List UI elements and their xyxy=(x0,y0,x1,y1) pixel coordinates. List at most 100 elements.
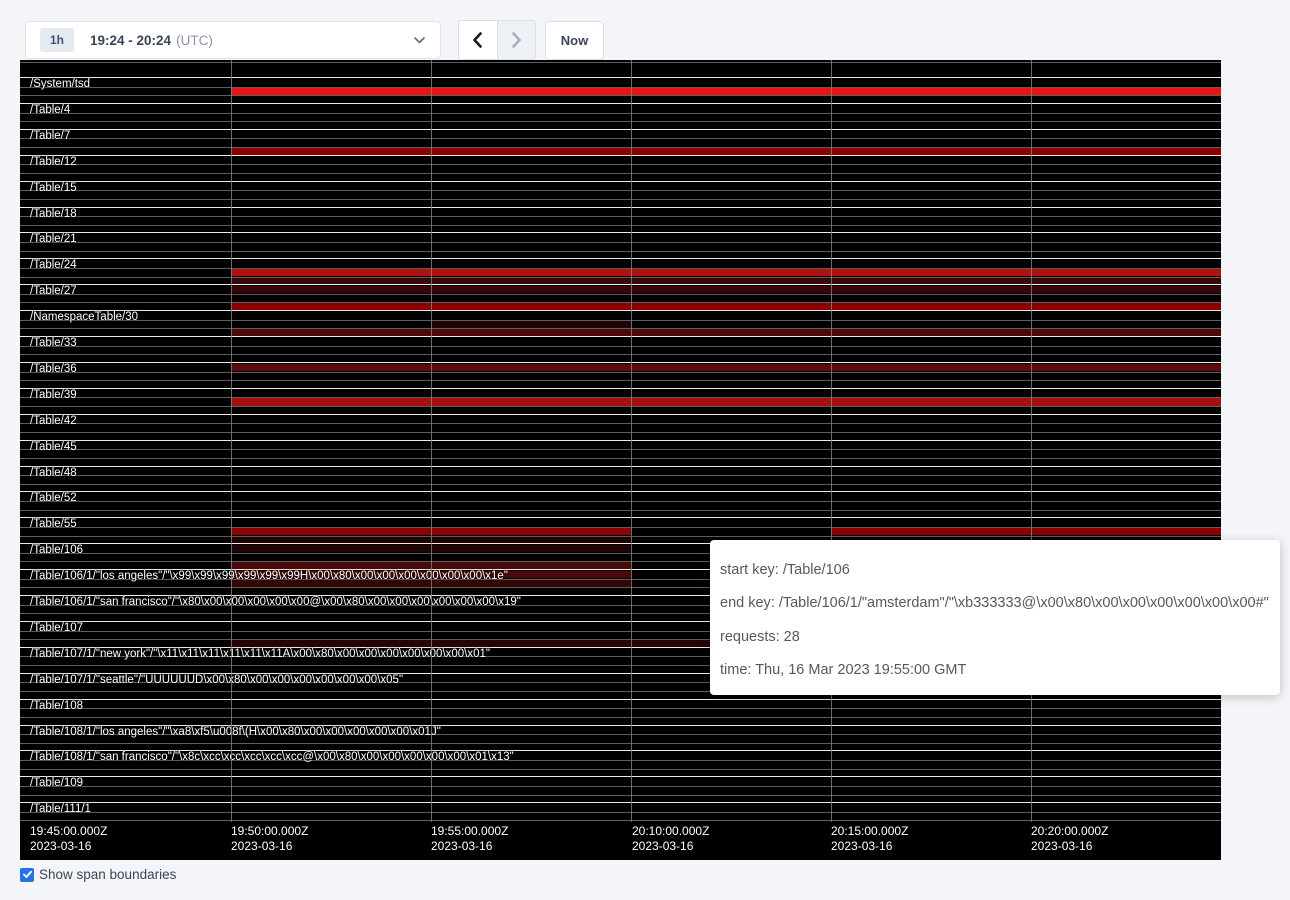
row-line xyxy=(20,769,1221,770)
span-row: /Table/15 xyxy=(20,181,1221,207)
span-row: /Table/42 xyxy=(20,414,1221,440)
span-row: /Table/7 xyxy=(20,129,1221,155)
span-label: /Table/107/1/"new york"/"\x11\x11\x11\x1… xyxy=(30,649,490,660)
span-label: /Table/27 xyxy=(30,286,77,297)
row-line xyxy=(20,216,1221,217)
span-label: /Table/106/1/"los angeles"/"\x99\x99\x99… xyxy=(30,571,508,582)
row-line xyxy=(20,242,1221,243)
time-range-selector[interactable]: 1h 19:24 - 20:24 (UTC) xyxy=(25,21,441,59)
row-line xyxy=(20,225,1221,226)
row-line xyxy=(20,199,1221,200)
span-label: /Table/109 xyxy=(30,778,83,789)
heat-band xyxy=(231,88,1221,95)
show-span-boundaries-checkbox[interactable] xyxy=(20,868,34,882)
span-label: /Table/42 xyxy=(30,416,77,427)
span-label: /Table/12 xyxy=(30,157,77,168)
row-line xyxy=(20,786,1221,787)
row-line xyxy=(20,820,1221,821)
row-line xyxy=(20,717,1221,718)
tooltip-time: time: Thu, 16 Mar 2023 19:55:00 GMT xyxy=(720,654,1270,688)
row-line xyxy=(20,354,1221,355)
time-axis-time: 20:15:00.000Z xyxy=(831,824,908,839)
span-label: /Table/39 xyxy=(30,390,77,401)
span-label: /Table/21 xyxy=(30,234,77,245)
heat-band xyxy=(431,321,631,328)
span-label: /Table/106/1/"san francisco"/"\x80\x00\x… xyxy=(30,597,521,608)
row-line xyxy=(20,458,1221,459)
row-line xyxy=(20,173,1221,174)
span-label: /Table/111/1 xyxy=(30,804,91,815)
span-label: /Table/107 xyxy=(30,623,83,634)
span-label: /NamespaceTable/30 xyxy=(30,312,138,323)
next-interval-button[interactable] xyxy=(498,21,536,59)
span-row: /Table/33 xyxy=(20,336,1221,362)
span-label: /Table/52 xyxy=(30,493,77,504)
span-row: /Table/21 xyxy=(20,232,1221,258)
row-line xyxy=(20,795,1221,796)
time-axis-label: 19:55:00.000Z2023-03-16 xyxy=(431,824,508,854)
chevron-left-icon xyxy=(471,31,484,49)
time-axis-date: 2023-03-16 xyxy=(632,839,709,854)
time-axis-label: 19:50:00.000Z2023-03-16 xyxy=(231,824,308,854)
span-row: /Table/108/1/"los angeles"/"\xa8\xf5\u00… xyxy=(20,725,1221,751)
time-axis-date: 2023-03-16 xyxy=(431,839,508,854)
span-row: /Table/4 xyxy=(20,103,1221,129)
span-label: /Table/18 xyxy=(30,209,77,220)
time-gridline xyxy=(231,60,232,822)
time-axis-time: 20:20:00.000Z xyxy=(1031,824,1108,839)
span-label: /Table/15 xyxy=(30,183,77,194)
row-line xyxy=(20,475,1221,476)
span-row: /Table/108/1/"san francisco"/"\x8c\xcc\x… xyxy=(20,750,1221,776)
tooltip-requests: requests: 28 xyxy=(720,620,1270,654)
time-axis-time: 20:10:00.000Z xyxy=(632,824,709,839)
span-label: /Table/45 xyxy=(30,442,77,453)
span-label: /Table/36 xyxy=(30,364,77,375)
toolbar: 1h 19:24 - 20:24 (UTC) Now xyxy=(0,0,1290,60)
span-row: /Table/36 xyxy=(20,362,1221,388)
span-label: /Table/33 xyxy=(30,338,77,349)
checkmark-icon xyxy=(22,869,33,880)
span-label: /Table/108 xyxy=(30,701,83,712)
chevron-down-icon xyxy=(413,36,426,45)
row-line xyxy=(20,190,1221,191)
row-line xyxy=(20,708,1221,709)
row-line xyxy=(20,449,1221,450)
heat-band xyxy=(231,286,1221,293)
chevron-right-icon xyxy=(510,31,523,49)
time-axis-label: 20:15:00.000Z2023-03-16 xyxy=(831,824,908,854)
span-row: /Table/18 xyxy=(20,207,1221,233)
row-line xyxy=(20,432,1221,433)
row-line xyxy=(20,510,1221,511)
row-line xyxy=(20,113,1221,114)
heat-band xyxy=(231,398,1221,405)
row-line xyxy=(20,406,1221,407)
heatmap[interactable]: /System/tsd/Table/4/Table/7/Table/12/Tab… xyxy=(20,60,1221,860)
tooltip-start-key: start key: /Table/106 xyxy=(720,553,1270,587)
time-range-text: 19:24 - 20:24 xyxy=(90,33,171,48)
span-label: /Table/4 xyxy=(30,105,70,116)
span-row: /NamespaceTable/30 xyxy=(20,310,1221,336)
row-line xyxy=(20,164,1221,165)
span-row: /System/tsd xyxy=(20,77,1221,103)
row-line xyxy=(20,743,1221,744)
span-row: /Table/108 xyxy=(20,699,1221,725)
row-line xyxy=(20,501,1221,502)
previous-interval-button[interactable] xyxy=(459,21,498,59)
row-line xyxy=(20,121,1221,122)
time-range-badge: 1h xyxy=(40,28,74,52)
row-line xyxy=(20,294,1221,295)
row-line xyxy=(20,423,1221,424)
span-row: /Table/48 xyxy=(20,466,1221,492)
heatmap-top-line xyxy=(20,62,1221,63)
row-line xyxy=(20,138,1221,139)
time-axis-date: 2023-03-16 xyxy=(1031,839,1108,854)
time-range-timezone: (UTC) xyxy=(176,33,213,48)
time-axis-label: 20:20:00.000Z2023-03-16 xyxy=(1031,824,1108,854)
span-label: /Table/7 xyxy=(30,131,70,142)
span-row: /Table/52 xyxy=(20,491,1221,517)
now-button[interactable]: Now xyxy=(545,21,604,60)
span-label: /Table/48 xyxy=(30,468,77,479)
time-pager xyxy=(458,20,536,60)
time-axis-label: 19:45:00.000Z2023-03-16 xyxy=(30,824,107,854)
row-line xyxy=(20,484,1221,485)
